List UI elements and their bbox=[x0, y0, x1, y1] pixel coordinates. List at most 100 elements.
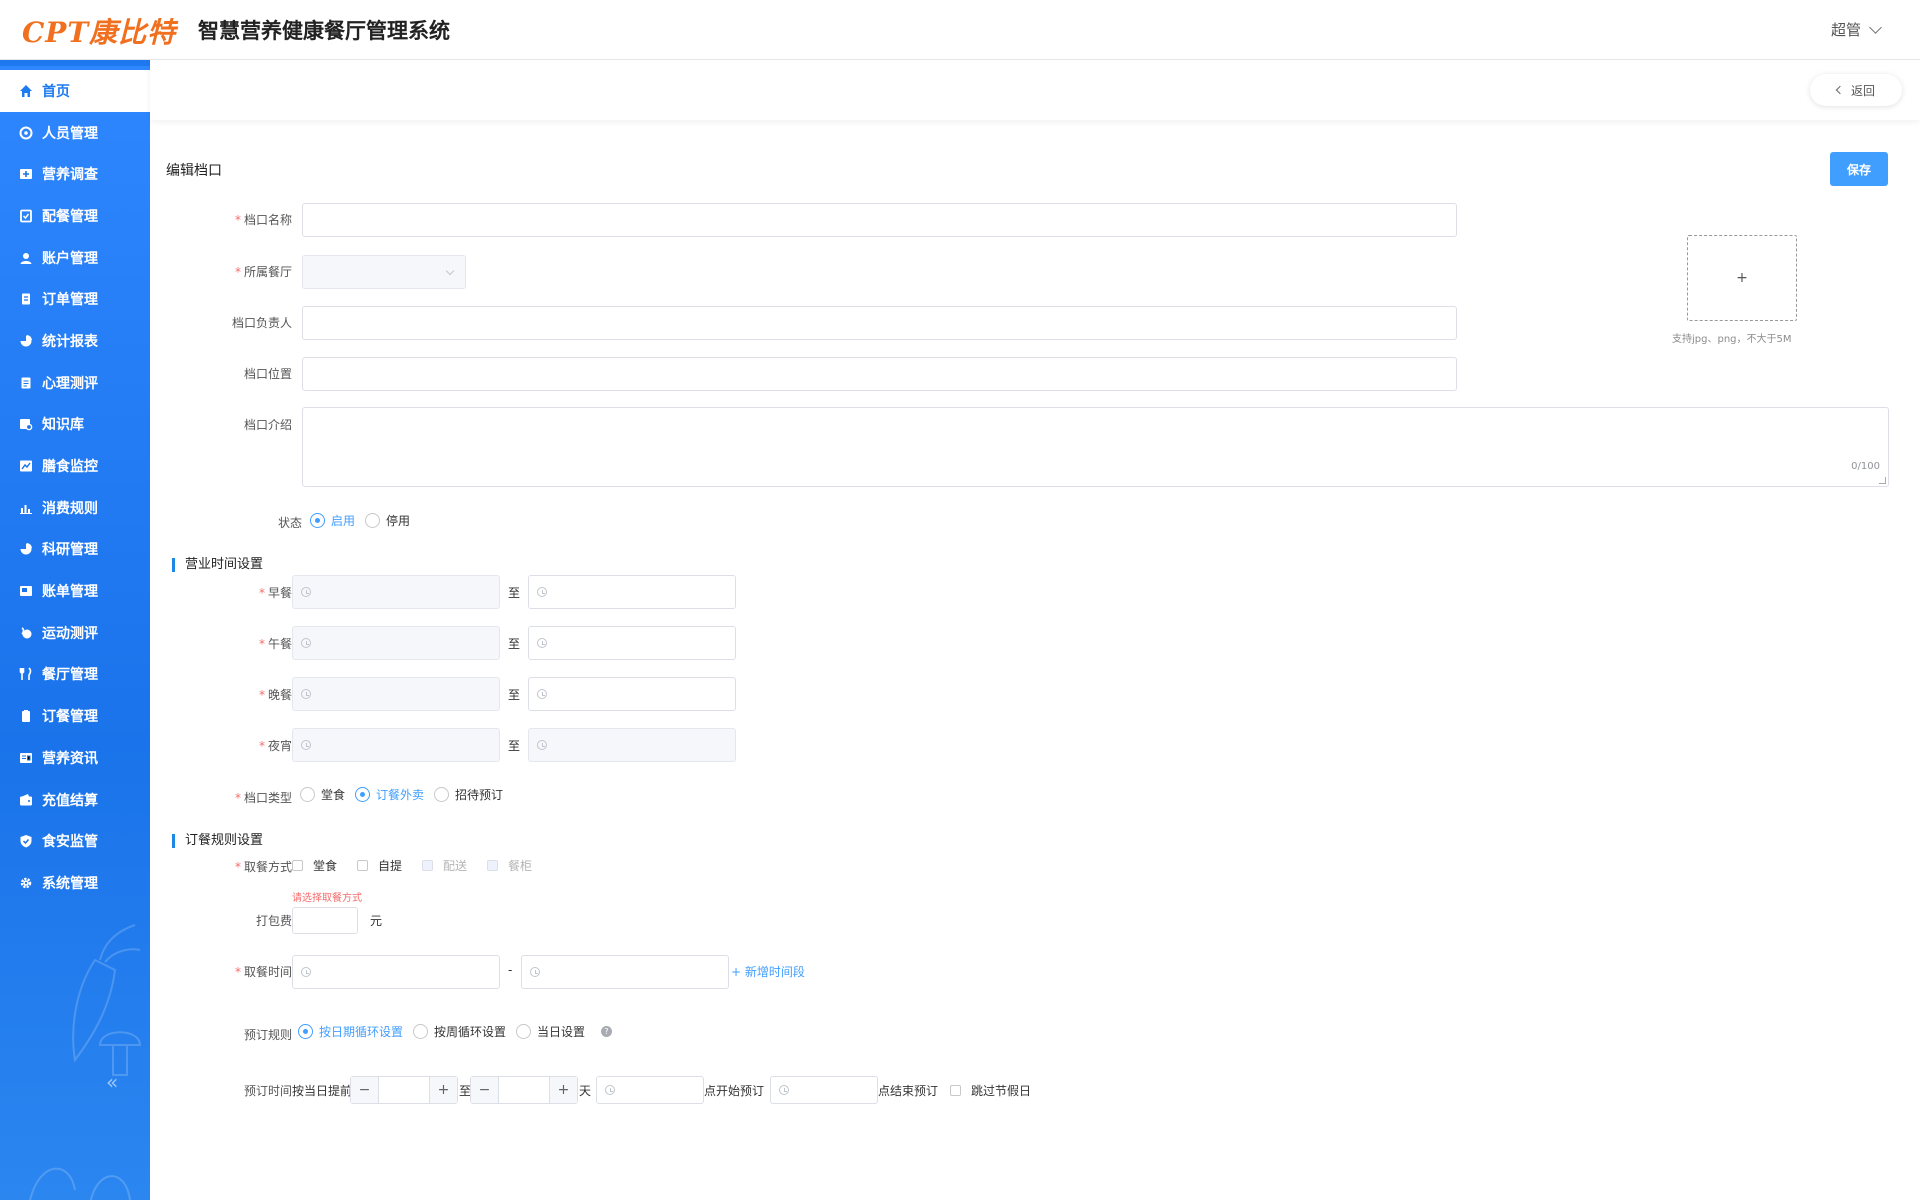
sidebar-item-14[interactable]: 餐厅管理 bbox=[0, 654, 150, 696]
user-name: 超管 bbox=[1830, 21, 1861, 39]
pickup-locker-checkbox[interactable]: 餐柜 bbox=[487, 857, 532, 874]
clock-icon bbox=[301, 740, 311, 750]
brand-logo: CPT康比特 bbox=[22, 16, 177, 49]
order-rules-section-title: 订餐规则设置 bbox=[172, 834, 263, 848]
user-menu[interactable]: 超管 bbox=[1830, 19, 1882, 40]
stall-type-reception-radio[interactable]: 招待预订 bbox=[434, 786, 503, 803]
sidebar-item-1[interactable]: 人员管理 bbox=[0, 112, 150, 154]
decrement-button[interactable]: − bbox=[351, 1077, 379, 1103]
location-input[interactable] bbox=[302, 357, 1457, 391]
save-button[interactable]: 保存 bbox=[1830, 152, 1888, 186]
pickup-self-checkbox[interactable]: 自提 bbox=[357, 857, 402, 874]
sidebar-item-6[interactable]: 统计报表 bbox=[0, 320, 150, 362]
booking-rule-radio-group: 按日期循环设置 按周循环设置 当日设置 ? bbox=[298, 1023, 613, 1040]
breakfast-end-time[interactable] bbox=[528, 575, 736, 609]
help-icon[interactable]: ? bbox=[601, 1026, 613, 1037]
stall-type-dine-in-radio[interactable]: 堂食 bbox=[300, 786, 345, 803]
advance-days-start-stepper[interactable]: − + bbox=[350, 1076, 458, 1104]
pie-chart-icon bbox=[19, 542, 33, 556]
sidebar-item-12[interactable]: 账单管理 bbox=[0, 570, 150, 612]
pickup-start-time[interactable] bbox=[292, 955, 500, 989]
pickup-delivery-checkbox[interactable]: 配送 bbox=[422, 857, 467, 874]
lunch-label: * 午餐 bbox=[258, 637, 292, 651]
sidebar-item-4[interactable]: 账户管理 bbox=[0, 237, 150, 279]
back-label: 返回 bbox=[1850, 83, 1875, 98]
stepper-value[interactable] bbox=[379, 1077, 429, 1103]
lunch-start-time[interactable] bbox=[292, 626, 500, 660]
plus-icon: + bbox=[1736, 270, 1748, 286]
business-hours-section-title: 营业时间设置 bbox=[172, 558, 263, 572]
pickup-dine-in-checkbox[interactable]: 堂食 bbox=[292, 857, 337, 874]
packing-fee-unit: 元 bbox=[370, 914, 383, 928]
resize-handle-icon[interactable] bbox=[1879, 477, 1886, 484]
restaurant-select[interactable] bbox=[302, 255, 466, 289]
sidebar-item-label: 营养资讯 bbox=[42, 750, 98, 767]
bar-chart-icon bbox=[19, 501, 33, 515]
document-icon bbox=[19, 376, 33, 390]
booking-end-time[interactable] bbox=[770, 1076, 878, 1104]
vegetable-decoration-icon bbox=[29, 1167, 131, 1200]
manager-input[interactable] bbox=[302, 306, 1457, 340]
booking-rule-week-radio[interactable]: 按周循环设置 bbox=[413, 1023, 506, 1040]
sidebar-item-0[interactable]: 首页 bbox=[0, 70, 150, 112]
mushroom-decoration-icon bbox=[98, 1031, 142, 1076]
sidebar-item-label: 订餐管理 bbox=[42, 709, 98, 726]
increment-button[interactable]: + bbox=[429, 1077, 457, 1103]
sidebar-item-8[interactable]: 知识库 bbox=[0, 404, 150, 446]
sidebar-item-15[interactable]: 订餐管理 bbox=[0, 695, 150, 737]
booking-rule-date-radio[interactable]: 按日期循环设置 bbox=[298, 1023, 403, 1040]
increment-button[interactable]: + bbox=[549, 1077, 577, 1103]
sidebar-item-9[interactable]: 膳食监控 bbox=[0, 445, 150, 487]
sidebar-item-5[interactable]: 订单管理 bbox=[0, 278, 150, 320]
dinner-start-time[interactable] bbox=[292, 677, 500, 711]
decrement-button[interactable]: − bbox=[471, 1077, 499, 1103]
sidebar-item-11[interactable]: 科研管理 bbox=[0, 529, 150, 571]
intro-textarea[interactable]: 0/100 bbox=[302, 407, 1889, 487]
sidebar-item-7[interactable]: 心理测评 bbox=[0, 362, 150, 404]
stall-type-takeout-radio[interactable]: 订餐外卖 bbox=[355, 786, 424, 803]
sidebar-item-10[interactable]: 消费规则 bbox=[0, 487, 150, 529]
booking-time-prefix: 按当日提前 bbox=[292, 1084, 353, 1098]
sidebar-item-3[interactable]: 配餐管理 bbox=[0, 195, 150, 237]
pickup-method-checkbox-group: 堂食 自提 配送 餐柜 bbox=[292, 857, 552, 874]
order-icon bbox=[19, 292, 33, 306]
breakfast-start-time[interactable] bbox=[292, 575, 500, 609]
sidebar-item-19[interactable]: 系统管理 bbox=[0, 862, 150, 904]
late-night-end-time[interactable] bbox=[528, 728, 736, 762]
account-icon bbox=[19, 251, 33, 265]
dinner-end-time[interactable] bbox=[528, 677, 736, 711]
status-disabled-radio[interactable]: 停用 bbox=[365, 512, 410, 529]
sidebar: 首页 人员管理 营养调查 配餐管理 账户管理 订单管理 统计报表 心理测评 知识库 膳食监控 消费规… bbox=[0, 60, 150, 1200]
sidebar-item-2[interactable]: 营养调查 bbox=[0, 153, 150, 195]
collapse-sidebar-icon[interactable]: « bbox=[106, 1070, 118, 1094]
advance-days-end-stepper[interactable]: − + bbox=[470, 1076, 578, 1104]
packing-fee-input[interactable] bbox=[292, 907, 358, 934]
status-radio-group: 启用 停用 bbox=[310, 512, 420, 529]
sidebar-item-16[interactable]: 营养资讯 bbox=[0, 737, 150, 779]
back-button[interactable]: 返回 bbox=[1810, 74, 1902, 106]
late-night-start-time[interactable] bbox=[292, 728, 500, 762]
booking-rule-today-radio[interactable]: 当日设置 bbox=[516, 1023, 585, 1040]
add-period-link[interactable]: + 新增时间段 bbox=[731, 963, 805, 980]
sidebar-item-label: 充值结算 bbox=[42, 792, 98, 809]
sidebar-item-13[interactable]: 运动测评 bbox=[0, 612, 150, 654]
booking-start-time[interactable] bbox=[596, 1076, 704, 1104]
skip-holiday-checkbox[interactable]: 跳过节假日 bbox=[950, 1082, 1031, 1099]
sidebar-item-17[interactable]: 充值结算 bbox=[0, 779, 150, 821]
knowledge-icon bbox=[19, 417, 33, 431]
status-enabled-radio[interactable]: 启用 bbox=[310, 512, 355, 529]
sidebar-item-18[interactable]: 食安监管 bbox=[0, 820, 150, 862]
to-text: 至 bbox=[508, 739, 521, 753]
image-upload[interactable]: + bbox=[1687, 235, 1797, 321]
pickup-method-error: 请选择取餐方式 bbox=[292, 893, 362, 904]
survey-icon bbox=[19, 167, 33, 181]
lunch-end-time[interactable] bbox=[528, 626, 736, 660]
stall-name-input[interactable] bbox=[302, 203, 1457, 237]
sidebar-item-label: 餐厅管理 bbox=[42, 667, 98, 684]
location-label: 档口位置 bbox=[243, 367, 292, 381]
stepper-value[interactable] bbox=[499, 1077, 549, 1103]
bill-icon bbox=[19, 584, 33, 598]
clock-icon bbox=[301, 967, 311, 977]
pickup-end-time[interactable] bbox=[521, 955, 729, 989]
restaurant-label: * 所属餐厅 bbox=[234, 265, 292, 279]
